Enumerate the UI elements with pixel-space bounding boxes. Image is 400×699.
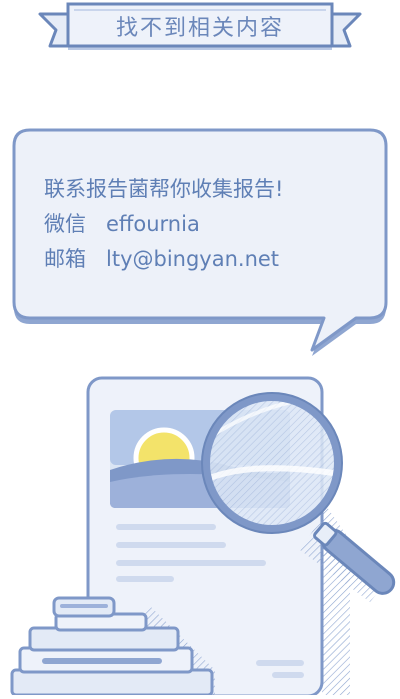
page-title: 找不到相关内容 [115,16,284,41]
document-magnifier-books-illustration [10,376,396,698]
title-banner: 找不到相关内容 [34,0,366,62]
wechat-id[interactable]: effournia [106,212,200,236]
empty-state-illustration [0,370,400,698]
wechat-label: 微信 [44,212,86,236]
wechat-row: 微信 effournia [44,207,283,242]
email-label: 邮箱 [44,247,86,271]
email-address[interactable]: lty@bingyan.net [106,247,279,271]
contact-headline: 联系报告菌帮你收集报告! [44,177,284,201]
contact-info: 联系报告菌帮你收集报告! 微信 effournia 邮箱 lty@bingyan.n… [44,172,283,277]
email-row: 邮箱 lty@bingyan.net [44,242,283,277]
